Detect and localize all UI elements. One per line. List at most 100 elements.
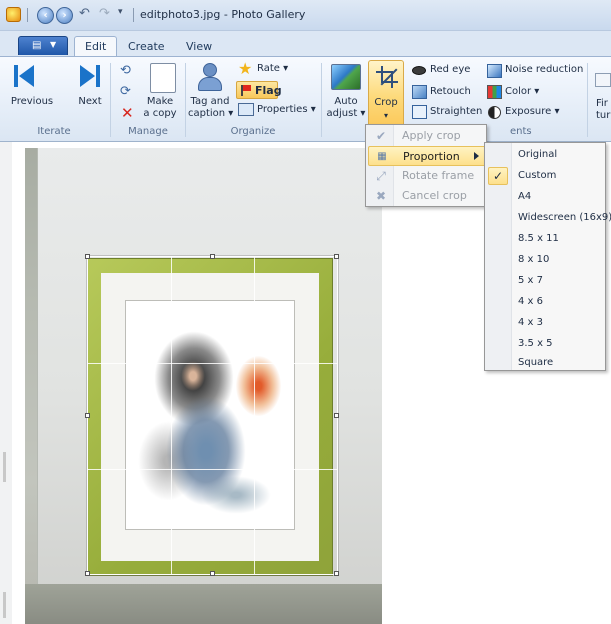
red-eye-button[interactable]: Red eye bbox=[411, 63, 483, 80]
crop-handle-bottom-left[interactable] bbox=[85, 571, 90, 576]
application-menu-button[interactable]: ▤ ▼ bbox=[18, 36, 68, 55]
tag-and-caption-button[interactable]: Tag and caption ▾ bbox=[188, 61, 233, 123]
proportion-option-custom[interactable]: ✓ Custom bbox=[485, 166, 607, 186]
crop-handle-left[interactable] bbox=[85, 413, 90, 418]
rotate-frame-label: Rotate frame bbox=[402, 169, 475, 182]
fine-tune-button[interactable]: Fir tur bbox=[592, 63, 611, 123]
straighten-icon bbox=[412, 105, 427, 119]
auto-adjust-label-line1: Auto bbox=[334, 96, 358, 107]
menu-item-rotate-frame[interactable]: ⤢ Rotate frame bbox=[368, 166, 486, 186]
next-label: Next bbox=[78, 96, 102, 107]
option-label: Square bbox=[518, 357, 554, 368]
proportion-option-8x10[interactable]: 8 x 10 bbox=[485, 250, 607, 270]
menu-item-apply-crop[interactable]: ✔ Apply crop bbox=[368, 126, 486, 146]
proportion-option-a4[interactable]: A4 bbox=[485, 187, 607, 207]
group-separator bbox=[321, 63, 322, 137]
submenu-arrow-icon bbox=[474, 152, 479, 160]
rate-button[interactable]: ★ Rate ▾ bbox=[236, 61, 296, 79]
next-button[interactable]: Next bbox=[78, 61, 102, 119]
proportion-option-8-5x11[interactable]: 8.5 x 11 bbox=[485, 229, 607, 249]
make-copy-label-line1: Make bbox=[146, 96, 174, 107]
proportion-option-4x3[interactable]: 4 x 3 bbox=[485, 313, 607, 333]
customize-quick-access-icon[interactable]: ▾ bbox=[118, 7, 123, 17]
crop-handle-bottom[interactable] bbox=[210, 571, 215, 576]
crop-dropdown-chevron-icon: ▾ bbox=[383, 111, 388, 120]
crop-handle-top[interactable] bbox=[210, 254, 215, 259]
proportion-option-widescreen[interactable]: Widescreen (16x9) bbox=[485, 208, 611, 228]
tab-create[interactable]: Create bbox=[118, 37, 175, 56]
group-separator bbox=[110, 63, 111, 137]
flag-button[interactable]: Flag bbox=[236, 81, 282, 99]
retouch-icon bbox=[412, 85, 427, 99]
properties-label: Properties ▾ bbox=[257, 104, 316, 115]
color-icon bbox=[487, 85, 502, 99]
crop-button[interactable]: Crop ▾ bbox=[368, 60, 404, 127]
adjustments-group-label: ents bbox=[510, 126, 532, 137]
proportion-submenu: Original ✓ Custom A4 Widescreen (16x9) 8… bbox=[484, 142, 611, 373]
flag-label: Flag bbox=[255, 84, 282, 97]
make-a-copy-button[interactable]: Make a copy bbox=[140, 61, 180, 123]
rate-label: Rate ▾ bbox=[257, 63, 289, 74]
crop-grid-line bbox=[88, 469, 337, 470]
delete-icon[interactable]: ✕ bbox=[121, 106, 137, 122]
exposure-icon bbox=[488, 106, 501, 119]
noise-reduction-icon bbox=[487, 64, 502, 78]
crop-handle-bottom-right[interactable] bbox=[334, 571, 339, 576]
exposure-button[interactable]: Exposure ▾ bbox=[486, 104, 566, 121]
star-icon: ★ bbox=[238, 59, 253, 78]
fine-tune-icon bbox=[595, 73, 611, 87]
fine-tune-label-line1: Fir bbox=[596, 98, 608, 109]
crop-icon bbox=[376, 66, 398, 88]
fine-tune-label-line2: tur bbox=[596, 110, 611, 121]
crop-label: Crop bbox=[374, 97, 398, 108]
exposure-label: Exposure ▾ bbox=[505, 106, 560, 117]
rotate-right-icon[interactable]: ⟳ bbox=[120, 84, 136, 100]
tab-edit[interactable]: Edit bbox=[74, 36, 118, 57]
photo-gallery-app-icon[interactable] bbox=[6, 7, 21, 22]
flag-icon bbox=[241, 85, 251, 96]
crop-handle-right[interactable] bbox=[334, 413, 339, 418]
back-button[interactable]: ‹ bbox=[37, 7, 54, 24]
group-separator bbox=[587, 63, 588, 137]
proportion-option-square[interactable]: Square bbox=[485, 353, 607, 373]
option-label: Custom bbox=[518, 170, 557, 181]
noise-reduction-button[interactable]: Noise reduction bbox=[486, 63, 583, 80]
previous-icon bbox=[14, 65, 36, 87]
previous-label: Previous bbox=[10, 96, 54, 107]
crop-handle-top-left[interactable] bbox=[85, 254, 90, 259]
red-eye-label: Red eye bbox=[430, 64, 471, 75]
back-arrow-icon: ‹ bbox=[43, 10, 48, 21]
proportion-icon: ▦ bbox=[377, 151, 387, 162]
title-bar: ‹ › ↶ ↷ ▾ editphoto3.jpg - Photo Gallery bbox=[0, 0, 611, 31]
menu-item-cancel-crop[interactable]: ✖ Cancel crop bbox=[368, 186, 486, 206]
proportion-option-5x7[interactable]: 5 x 7 bbox=[485, 271, 607, 291]
previous-button[interactable]: Previous bbox=[8, 61, 53, 119]
proportion-option-4x6[interactable]: 4 x 6 bbox=[485, 292, 607, 312]
option-label: 4 x 3 bbox=[518, 317, 543, 328]
option-label: A4 bbox=[518, 191, 532, 202]
color-button[interactable]: Color ▾ bbox=[486, 84, 558, 101]
auto-adjust-button[interactable]: Auto adjust ▾ bbox=[326, 61, 366, 123]
straighten-button[interactable]: Straighten bbox=[411, 104, 487, 121]
menu-item-proportion[interactable]: ▦ Proportion bbox=[368, 146, 486, 166]
iterate-group-label: Iterate bbox=[37, 126, 71, 137]
proportion-option-3-5x5[interactable]: 3.5 x 5 bbox=[485, 334, 607, 354]
ribbon: Previous Next Iterate ⟲ ⟳ ✕ Make a copy … bbox=[0, 56, 611, 142]
left-edge-strip bbox=[0, 142, 12, 624]
rotate-left-icon[interactable]: ⟲ bbox=[120, 63, 136, 79]
proportion-label: Proportion bbox=[403, 150, 460, 163]
crop-grid-line bbox=[171, 257, 172, 574]
crop-handle-top-right[interactable] bbox=[334, 254, 339, 259]
tab-view[interactable]: View bbox=[176, 37, 222, 56]
forward-button[interactable]: › bbox=[56, 7, 73, 24]
crop-selection-rectangle[interactable] bbox=[85, 254, 339, 576]
properties-button[interactable]: Properties ▾ bbox=[236, 102, 320, 120]
red-eye-icon bbox=[412, 66, 426, 75]
retouch-button[interactable]: Retouch bbox=[411, 84, 483, 101]
chevron-down-icon: ▼ bbox=[50, 40, 57, 49]
next-icon bbox=[80, 65, 102, 87]
redo-icon[interactable]: ↷ bbox=[99, 6, 110, 21]
proportion-option-original[interactable]: Original bbox=[485, 145, 607, 165]
undo-icon[interactable]: ↶ bbox=[79, 6, 90, 21]
check-icon: ✔ bbox=[375, 129, 387, 143]
